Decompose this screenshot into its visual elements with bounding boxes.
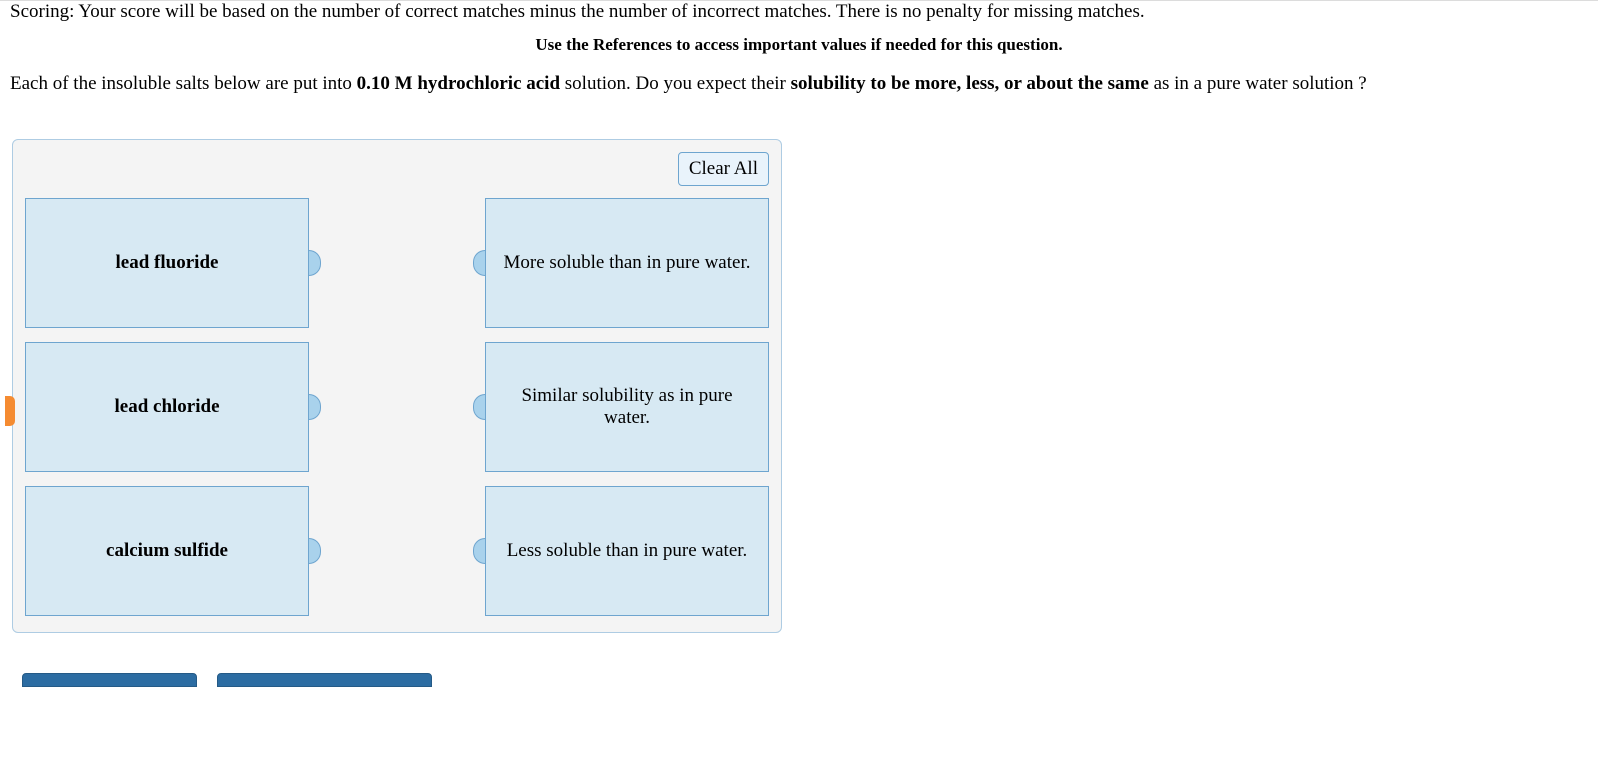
- match-row: lead chloride Similar solubility as in p…: [25, 342, 769, 472]
- side-tab[interactable]: [5, 396, 15, 426]
- connector-in-icon[interactable]: [473, 394, 485, 420]
- right-item-similar-soluble[interactable]: Similar solubility as in pure water.: [485, 342, 769, 472]
- matching-widget: Clear All lead fluoride More soluble tha…: [12, 139, 782, 633]
- match-row: lead fluoride More soluble than in pure …: [25, 198, 769, 328]
- connector-out-icon[interactable]: [309, 250, 321, 276]
- action-button[interactable]: [217, 673, 432, 687]
- scoring-text: Scoring: Your score will be based on the…: [10, 1, 1588, 23]
- connector-in-icon[interactable]: [473, 250, 485, 276]
- connector-in-icon[interactable]: [473, 538, 485, 564]
- match-row: calcium sulfide Less soluble than in pur…: [25, 486, 769, 616]
- right-item-less-soluble[interactable]: Less soluble than in pure water.: [485, 486, 769, 616]
- question-text: Each of the insoluble salts below are pu…: [10, 73, 1588, 95]
- connector-out-icon[interactable]: [309, 394, 321, 420]
- right-item-more-soluble[interactable]: More soluble than in pure water.: [485, 198, 769, 328]
- left-item-calcium-sulfide[interactable]: calcium sulfide: [25, 486, 309, 616]
- connector-out-icon[interactable]: [309, 538, 321, 564]
- references-text: Use the References to access important v…: [10, 35, 1588, 55]
- left-item-lead-chloride[interactable]: lead chloride: [25, 342, 309, 472]
- clear-all-button[interactable]: Clear All: [678, 152, 769, 186]
- left-item-lead-fluoride[interactable]: lead fluoride: [25, 198, 309, 328]
- action-button[interactable]: [22, 673, 197, 687]
